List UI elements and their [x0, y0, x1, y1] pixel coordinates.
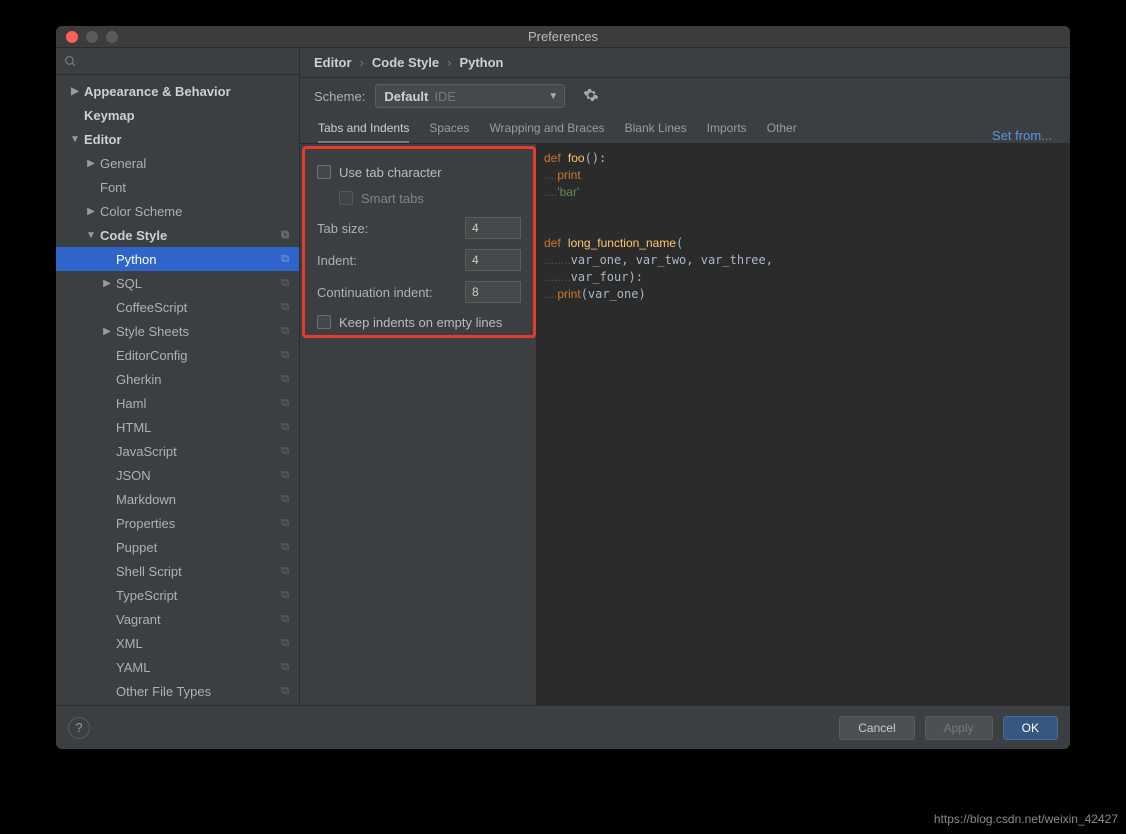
copy-icon: ⧉ [281, 349, 289, 362]
set-from-link[interactable]: Set from... [992, 128, 1052, 143]
breadcrumb-codestyle: Code Style [372, 55, 439, 70]
sidebar-item-appearance-behavior[interactable]: ▶Appearance & Behavior [56, 79, 299, 103]
sidebar-item-vagrant[interactable]: Vagrant⧉ [56, 607, 299, 631]
scheme-label: Scheme: [314, 89, 365, 104]
sidebar-item-markdown[interactable]: Markdown⧉ [56, 487, 299, 511]
copy-icon: ⧉ [281, 445, 289, 458]
close-icon[interactable] [66, 31, 78, 43]
sidebar-item-shell-script[interactable]: Shell Script⧉ [56, 559, 299, 583]
copy-icon: ⧉ [281, 517, 289, 530]
copy-icon: ⧉ [281, 541, 289, 554]
tab-tabs-and-indents[interactable]: Tabs and Indents [318, 121, 409, 143]
tab-other[interactable]: Other [767, 121, 797, 143]
copy-icon: ⧉ [281, 421, 289, 434]
scheme-hint: IDE [434, 89, 456, 104]
indent-label: Indent: [317, 253, 457, 268]
ok-button[interactable]: OK [1003, 716, 1058, 740]
gear-icon[interactable] [583, 87, 599, 106]
sidebar-item-json[interactable]: JSON⧉ [56, 463, 299, 487]
sidebar-item-color-scheme[interactable]: ▶Color Scheme [56, 199, 299, 223]
copy-icon: ⧉ [281, 469, 289, 482]
scheme-row: Scheme: Default IDE ▼ [300, 78, 1070, 114]
tab-bar: Tabs and Indents Spaces Wrapping and Brace… [300, 114, 1070, 144]
sidebar-item-xml[interactable]: XML⧉ [56, 631, 299, 655]
sidebar-item-puppet[interactable]: Puppet⧉ [56, 535, 299, 559]
sidebar-item-properties[interactable]: Properties⧉ [56, 511, 299, 535]
footer: ? Cancel Apply OK [56, 705, 1070, 749]
smart-tabs-checkbox [339, 191, 353, 205]
use-tab-label: Use tab character [339, 165, 442, 180]
sidebar-item-yaml[interactable]: YAML⧉ [56, 655, 299, 679]
tab-spaces[interactable]: Spaces [429, 121, 469, 143]
sidebar-item-code-style[interactable]: ▼Code Style⧉ [56, 223, 299, 247]
copy-icon: ⧉ [281, 685, 289, 698]
copy-icon: ⧉ [281, 397, 289, 410]
tab-size-label: Tab size: [317, 221, 457, 236]
breadcrumb-editor: Editor [314, 55, 352, 70]
sidebar-item-editor[interactable]: ▼Editor [56, 127, 299, 151]
cancel-button[interactable]: Cancel [839, 716, 914, 740]
copy-icon: ⧉ [281, 373, 289, 386]
preferences-window: Preferences ▶Appearance & BehaviorKeymap… [56, 26, 1070, 749]
sidebar: ▶Appearance & BehaviorKeymap▼Editor▶Gene… [56, 48, 300, 705]
sidebar-item-javascript[interactable]: JavaScript⧉ [56, 439, 299, 463]
sidebar-item-python[interactable]: Python⧉ [56, 247, 299, 271]
copy-icon: ⧉ [281, 301, 289, 314]
sidebar-item-font[interactable]: Font [56, 175, 299, 199]
scheme-value: Default [384, 89, 428, 104]
sidebar-item-editorconfig[interactable]: EditorConfig⧉ [56, 343, 299, 367]
copy-icon: ⧉ [281, 253, 289, 266]
sidebar-item-html[interactable]: HTML⧉ [56, 415, 299, 439]
copy-icon: ⧉ [281, 565, 289, 578]
copy-icon: ⧉ [281, 277, 289, 290]
search-icon [64, 55, 77, 68]
copy-icon: ⧉ [281, 493, 289, 506]
main-panel: Editor › Code Style › Python Scheme: Def… [300, 48, 1070, 705]
settings-tree[interactable]: ▶Appearance & BehaviorKeymap▼Editor▶Gene… [56, 75, 299, 705]
tab-blank-lines[interactable]: Blank Lines [625, 121, 687, 143]
sidebar-item-other-file-types[interactable]: Other File Types⧉ [56, 679, 299, 703]
copy-icon: ⧉ [281, 613, 289, 626]
sidebar-item-sql[interactable]: ▶SQL⧉ [56, 271, 299, 295]
keep-indents-label: Keep indents on empty lines [339, 315, 502, 330]
keep-indents-checkbox[interactable] [317, 315, 331, 329]
copy-icon: ⧉ [281, 589, 289, 602]
copy-icon: ⧉ [281, 637, 289, 650]
sidebar-item-keymap[interactable]: Keymap [56, 103, 299, 127]
sidebar-item-coffeescript[interactable]: CoffeeScript⧉ [56, 295, 299, 319]
minimize-icon[interactable] [86, 31, 98, 43]
copy-icon: ⧉ [281, 661, 289, 674]
indent-input[interactable] [465, 249, 521, 271]
sidebar-item-haml[interactable]: Haml⧉ [56, 391, 299, 415]
indent-settings: Use tab character Smart tabs Tab size: I… [302, 146, 536, 338]
search-input[interactable] [56, 48, 299, 75]
window-title: Preferences [56, 29, 1070, 44]
watermark: https://blog.csdn.net/weixin_42427 [934, 812, 1118, 826]
chevron-right-icon: › [360, 55, 364, 70]
titlebar: Preferences [56, 26, 1070, 48]
chevron-right-icon: › [447, 55, 451, 70]
help-button[interactable]: ? [68, 717, 90, 739]
scheme-select[interactable]: Default IDE ▼ [375, 84, 565, 108]
copy-icon: ⧉ [281, 325, 289, 338]
tab-wrapping-and-braces[interactable]: Wrapping and Braces [489, 121, 604, 143]
breadcrumb-python: Python [459, 55, 503, 70]
breadcrumb: Editor › Code Style › Python [300, 48, 1070, 78]
sidebar-item-style-sheets[interactable]: ▶Style Sheets⧉ [56, 319, 299, 343]
cont-indent-input[interactable] [465, 281, 521, 303]
use-tab-checkbox[interactable] [317, 165, 331, 179]
maximize-icon[interactable] [106, 31, 118, 43]
sidebar-item-gherkin[interactable]: Gherkin⧉ [56, 367, 299, 391]
sidebar-item-typescript[interactable]: TypeScript⧉ [56, 583, 299, 607]
traffic-lights [66, 31, 118, 43]
smart-tabs-label: Smart tabs [361, 191, 424, 206]
apply-button[interactable]: Apply [925, 716, 993, 740]
tab-size-input[interactable] [465, 217, 521, 239]
tab-imports[interactable]: Imports [707, 121, 747, 143]
sidebar-item-general[interactable]: ▶General [56, 151, 299, 175]
copy-icon: ⧉ [281, 229, 289, 242]
chevron-down-icon: ▼ [548, 91, 558, 102]
cont-indent-label: Continuation indent: [317, 285, 457, 300]
code-preview: def foo(): ....print ....'bar' def long_… [536, 144, 1070, 705]
